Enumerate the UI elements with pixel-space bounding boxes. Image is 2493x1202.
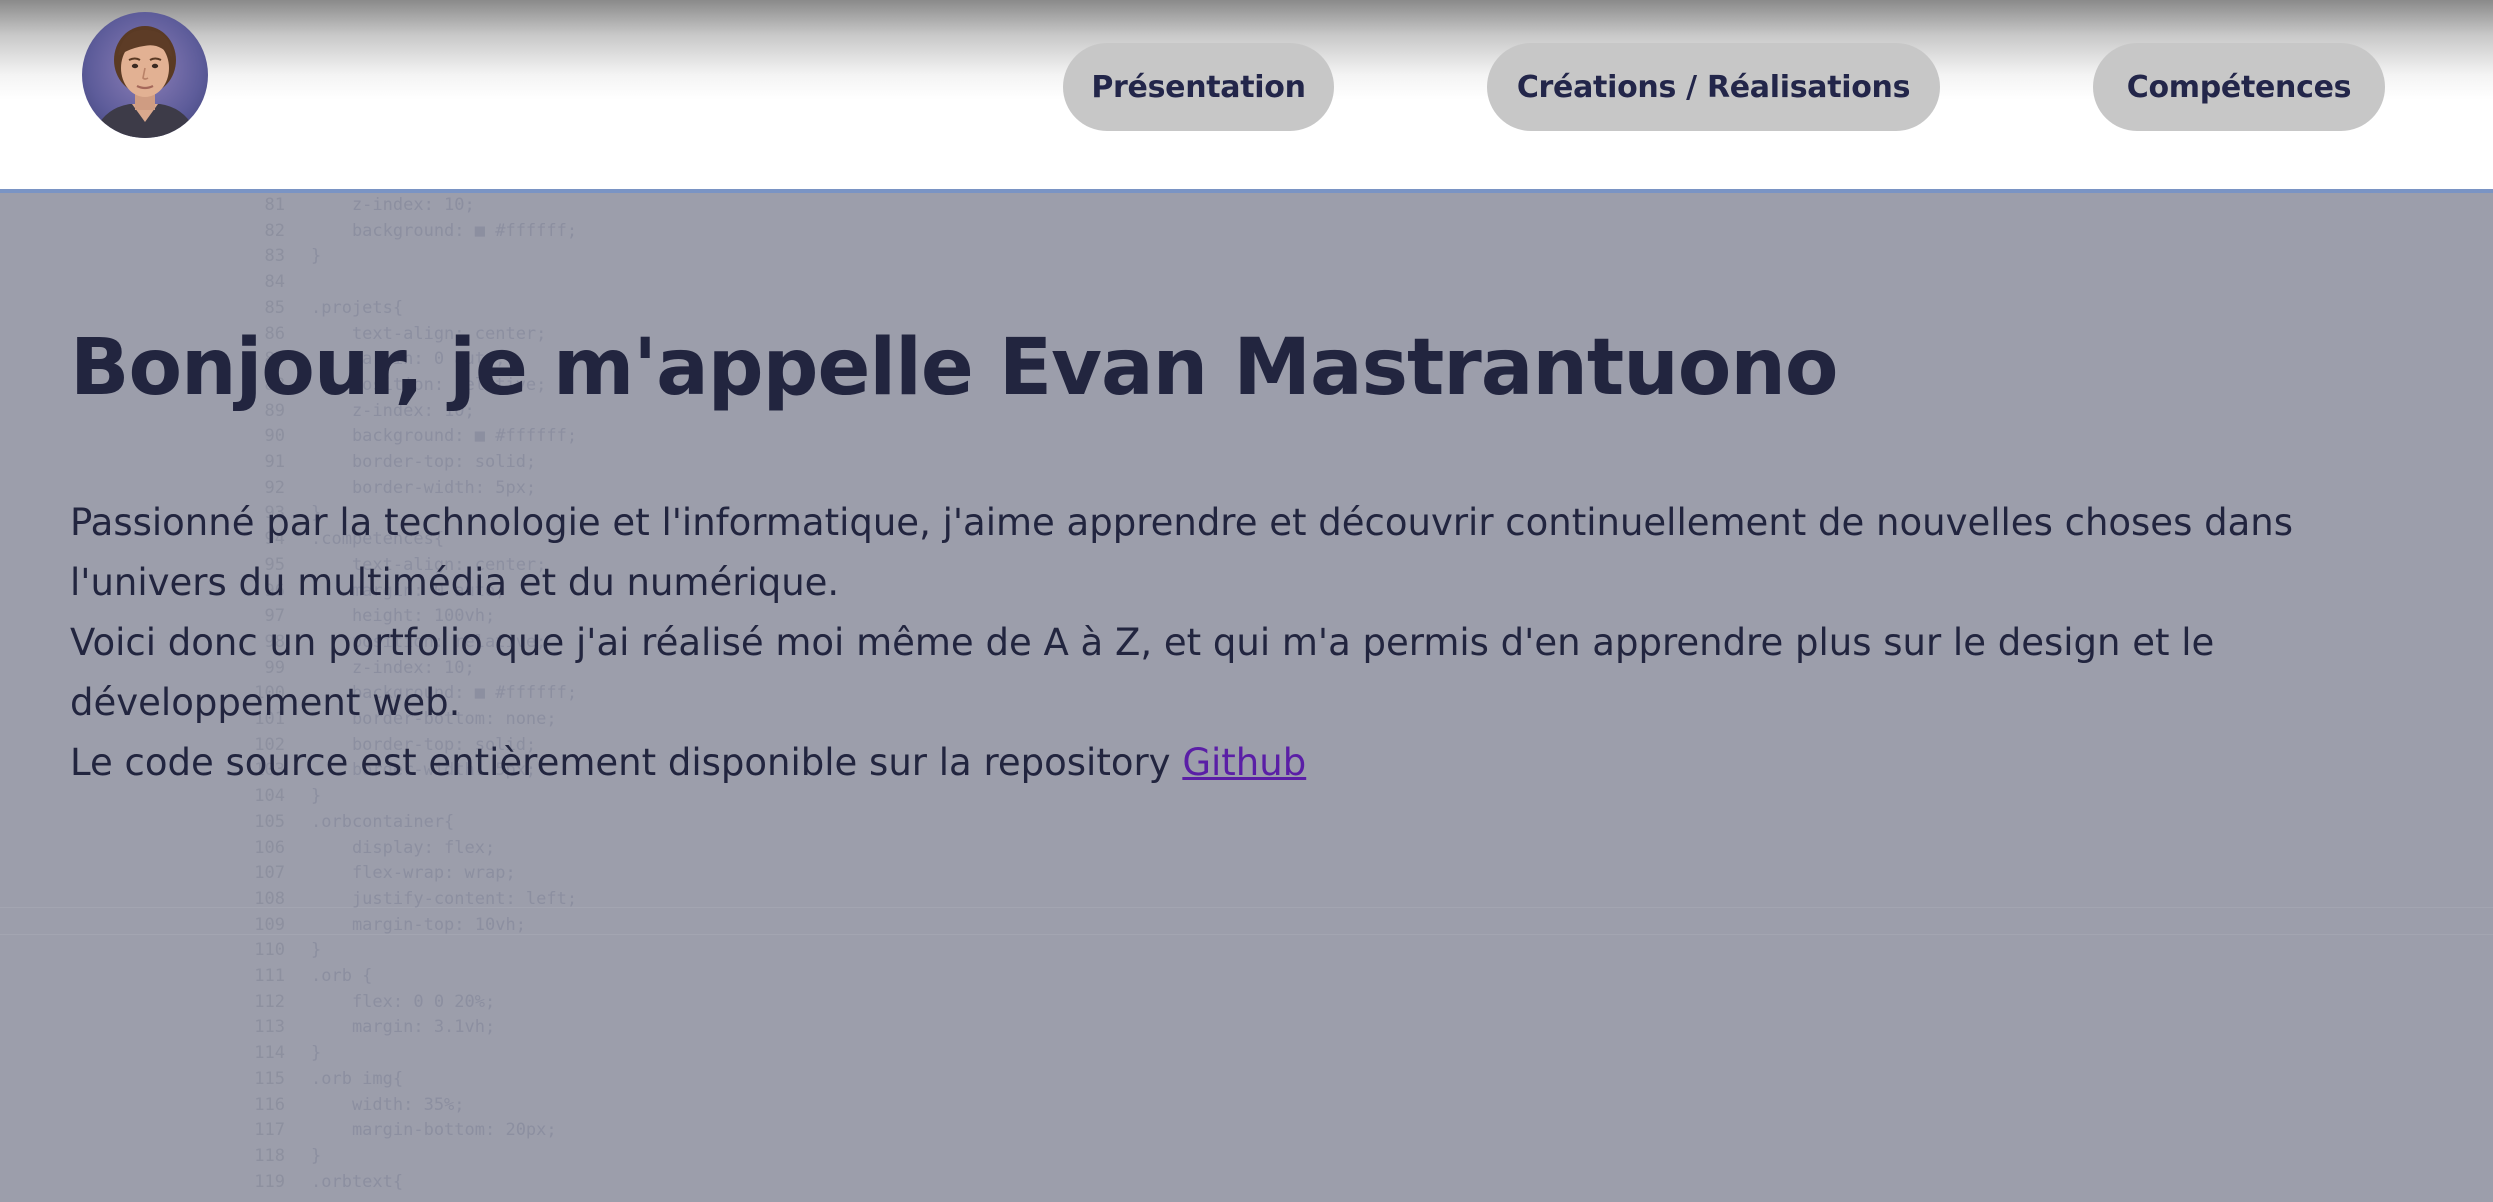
background-code-line-text: .orbtext{ bbox=[311, 1171, 404, 1192]
background-code-line-number: 82 bbox=[264, 220, 285, 241]
background-code-line-number: 113 bbox=[254, 1017, 285, 1038]
background-code-line-text: border-top: solid; bbox=[311, 452, 537, 472]
background-code-line-number: 110 bbox=[254, 940, 285, 961]
background-code-line-number: 116 bbox=[254, 1094, 285, 1115]
background-code-line-number: 81 bbox=[264, 195, 285, 215]
background-code-line-text: .orbcontainer{ bbox=[311, 811, 455, 832]
background-code-line-number: 84 bbox=[264, 272, 285, 293]
background-code-line-text: margin: 3.1vh; bbox=[311, 1017, 496, 1038]
background-code-line-text: margin-top: 10vh; bbox=[311, 914, 526, 935]
background-code-line-number: 119 bbox=[254, 1171, 285, 1192]
background-code-line-number: 112 bbox=[254, 991, 285, 1012]
background-code-line-number: 118 bbox=[254, 1145, 285, 1166]
background-code-line-text: } bbox=[311, 1145, 322, 1166]
background-code-line-number: 106 bbox=[254, 837, 285, 858]
background-code-line-text: margin-bottom: 20px; bbox=[311, 1120, 557, 1141]
background-code-line-text: width: 35%; bbox=[311, 1094, 465, 1115]
nav-presentation-button[interactable]: Présentation bbox=[1063, 43, 1334, 131]
background-code-line-text: flex-wrap: wrap; bbox=[311, 863, 516, 884]
background-code-line-number: 117 bbox=[254, 1120, 285, 1141]
background-code-line-text: background: ■ #ffffff; bbox=[311, 220, 578, 241]
background-code-line-number: 90 bbox=[264, 426, 285, 447]
page-title: Bonjour, je m'appelle Evan Mastrantuono bbox=[70, 323, 1838, 413]
intro-paragraph-2: Voici donc un portfolio que j'ai réalisé… bbox=[70, 621, 2215, 724]
background-code-line-number: 109 bbox=[254, 914, 285, 935]
background-code-line-number: 114 bbox=[254, 1043, 285, 1064]
site-header: Présentation Créations / Réalisations Co… bbox=[0, 0, 2493, 193]
background-code-line-number: 111 bbox=[254, 966, 285, 986]
background-code-line-text: display: flex; bbox=[311, 837, 496, 858]
profile-avatar bbox=[82, 12, 208, 138]
background-code-line-number: 105 bbox=[254, 811, 285, 832]
background-code-line-text: .orb img{ bbox=[311, 1068, 404, 1089]
repository-text: Le code source est entièrement disponibl… bbox=[70, 741, 1183, 784]
intro-text: Passionné par la technologie et l'inform… bbox=[70, 493, 2450, 793]
background-code-line-number: 108 bbox=[254, 888, 285, 909]
background-code-line-text: background: ■ #ffffff; bbox=[311, 426, 578, 447]
background-code-line-text: justify-content: left; bbox=[311, 888, 578, 909]
nav-competences-button[interactable]: Compétences bbox=[2093, 43, 2385, 131]
background-code-line-number: 83 bbox=[264, 246, 285, 267]
intro-paragraph-3: Le code source est entièrement disponibl… bbox=[70, 733, 2450, 793]
background-code-line-text: } bbox=[311, 940, 322, 961]
background-code-line-text: flex: 0 0 20%; bbox=[311, 991, 496, 1012]
avatar-portrait-icon bbox=[92, 26, 198, 138]
intro-paragraph-1: Passionné par la technologie et l'inform… bbox=[70, 501, 2293, 604]
nav-creations-button[interactable]: Créations / Réalisations bbox=[1487, 43, 1940, 131]
background-code-line-number: 107 bbox=[254, 863, 285, 884]
background-code-line-text: z-index: 10; bbox=[311, 195, 475, 215]
background-code-line-text: .orb { bbox=[311, 966, 373, 986]
background-code-line-text: } bbox=[311, 1043, 322, 1064]
background-code-line-number: 91 bbox=[264, 452, 285, 472]
github-link[interactable]: Github bbox=[1182, 741, 1306, 784]
background-code-line-number: 115 bbox=[254, 1068, 285, 1089]
background-code-line-text: } bbox=[311, 246, 322, 267]
